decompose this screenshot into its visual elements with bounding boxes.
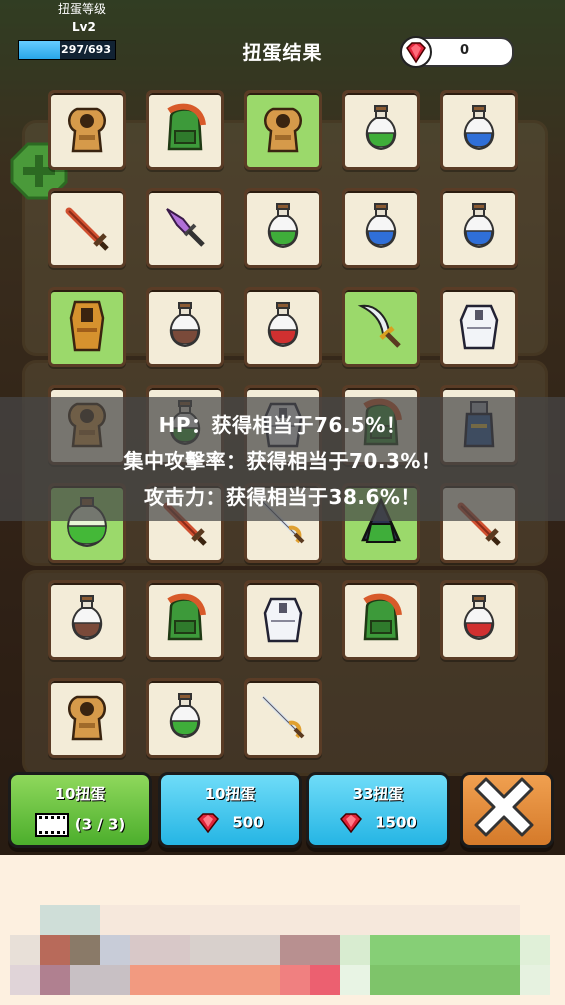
white-armor-icon bbox=[459, 304, 499, 350]
rapier-icon bbox=[261, 695, 305, 739]
red-potion-icon bbox=[463, 595, 495, 641]
result-slot bbox=[146, 188, 224, 268]
tall-cloak-icon bbox=[69, 300, 105, 352]
result-slot bbox=[48, 580, 126, 660]
hooded-cloak-icon bbox=[264, 107, 302, 153]
mosaic-block bbox=[100, 935, 130, 965]
ten-gacha-label: 10扭蛋 bbox=[204, 785, 256, 803]
mosaic-block bbox=[130, 935, 190, 965]
red-potion-icon bbox=[267, 302, 299, 348]
gem-count: 0 bbox=[460, 43, 470, 58]
result-slot bbox=[342, 580, 420, 660]
mosaic-block bbox=[340, 935, 370, 965]
green-potion-icon bbox=[267, 203, 299, 249]
green-backpack-icon bbox=[363, 593, 402, 641]
result-slot bbox=[244, 188, 322, 268]
gacha-level-value: Lv2 bbox=[72, 20, 96, 34]
green-backpack-icon bbox=[167, 593, 206, 641]
mosaic-block bbox=[520, 965, 550, 995]
blue-potion-icon bbox=[365, 203, 397, 249]
gacha-screen: 扭蛋等级 Lv2 297/693 扭蛋结果 0 HP：获得相当于76.5%！ 集… bbox=[0, 0, 565, 855]
mosaic-block bbox=[10, 965, 40, 995]
result-slot bbox=[146, 90, 224, 170]
result-slot bbox=[342, 90, 420, 170]
hooded-cloak-icon bbox=[68, 107, 106, 153]
result-slot bbox=[244, 287, 322, 367]
thirtythree-gacha-button[interactable]: 33扭蛋 1500 bbox=[306, 772, 450, 848]
result-slot bbox=[244, 90, 322, 170]
video-icon bbox=[34, 813, 69, 837]
brown-potion-icon bbox=[169, 302, 201, 348]
ruby-gem-icon bbox=[340, 813, 363, 833]
ruby-gem-icon bbox=[400, 36, 432, 68]
gacha-level-label: 扭蛋等级 bbox=[58, 2, 107, 16]
mosaic-block bbox=[70, 965, 130, 995]
mosaic-block bbox=[280, 935, 340, 965]
result-slot bbox=[48, 287, 126, 367]
result-slot bbox=[146, 678, 224, 758]
mosaic-block bbox=[340, 965, 370, 995]
ad-gacha-count: (3 / 3) bbox=[74, 815, 126, 834]
blue-potion-icon bbox=[463, 203, 495, 249]
close-button[interactable] bbox=[460, 772, 554, 848]
white-armor-icon bbox=[263, 597, 303, 643]
thirtythree-gacha-label: 33扭蛋 bbox=[352, 785, 404, 803]
mosaic-block bbox=[40, 965, 70, 995]
result-slot bbox=[440, 287, 518, 367]
result-slot bbox=[440, 90, 518, 170]
mosaic-block bbox=[310, 965, 340, 995]
result-slot bbox=[440, 580, 518, 660]
scimitar-icon bbox=[357, 304, 401, 348]
mosaic-block bbox=[130, 965, 280, 995]
result-slot bbox=[146, 580, 224, 660]
green-potion-icon bbox=[365, 105, 397, 151]
thirtythree-gacha-cost: 1500 bbox=[375, 813, 417, 832]
notice-line-hp: HP：获得相当于76.5%！ bbox=[158, 413, 407, 437]
notice-line-focus: 集中攻擊率：获得相当于70.3%！ bbox=[123, 449, 442, 473]
close-icon bbox=[474, 777, 534, 837]
sword-icon bbox=[65, 207, 109, 251]
ten-gacha-button[interactable]: 10扭蛋 500 bbox=[158, 772, 302, 848]
mosaic-block bbox=[40, 935, 70, 965]
result-slot bbox=[48, 678, 126, 758]
result-slot bbox=[342, 188, 420, 268]
result-slot bbox=[342, 287, 420, 367]
ten-gacha-cost: 500 bbox=[232, 813, 264, 832]
ruby-gem-icon bbox=[197, 813, 220, 833]
mosaic-block bbox=[370, 935, 520, 965]
mosaic-block bbox=[70, 935, 100, 965]
mosaic-block bbox=[40, 905, 100, 935]
gem-counter: 0 bbox=[400, 36, 514, 68]
hooded-cloak-icon bbox=[68, 695, 106, 741]
mosaic-block bbox=[100, 905, 520, 935]
purple-dagger-icon bbox=[166, 208, 205, 247]
mosaic-block bbox=[10, 935, 40, 965]
pixelated-banner-area bbox=[0, 855, 565, 1005]
ad-gacha-label: 10扭蛋 bbox=[54, 785, 106, 803]
result-slot bbox=[440, 188, 518, 268]
ad-gacha-button[interactable]: 10扭蛋 (3 / 3) bbox=[8, 772, 152, 848]
result-slot bbox=[48, 188, 126, 268]
result-slot bbox=[244, 678, 322, 758]
mosaic-block bbox=[520, 935, 550, 965]
mosaic-block bbox=[280, 965, 310, 995]
green-potion-icon bbox=[169, 693, 201, 739]
mosaic-block bbox=[190, 935, 280, 965]
blue-potion-icon bbox=[463, 105, 495, 151]
result-slot bbox=[146, 287, 224, 367]
notice-line-attack: 攻击力：获得相当于38.6%！ bbox=[144, 485, 421, 509]
result-slot bbox=[244, 580, 322, 660]
bonus-notice: HP：获得相当于76.5%！ 集中攻擊率：获得相当于70.3%！ 攻击力：获得相… bbox=[0, 397, 565, 521]
brown-potion-icon bbox=[71, 595, 103, 641]
mosaic-block bbox=[370, 965, 520, 995]
green-backpack-icon bbox=[167, 103, 206, 151]
result-slot bbox=[48, 90, 126, 170]
